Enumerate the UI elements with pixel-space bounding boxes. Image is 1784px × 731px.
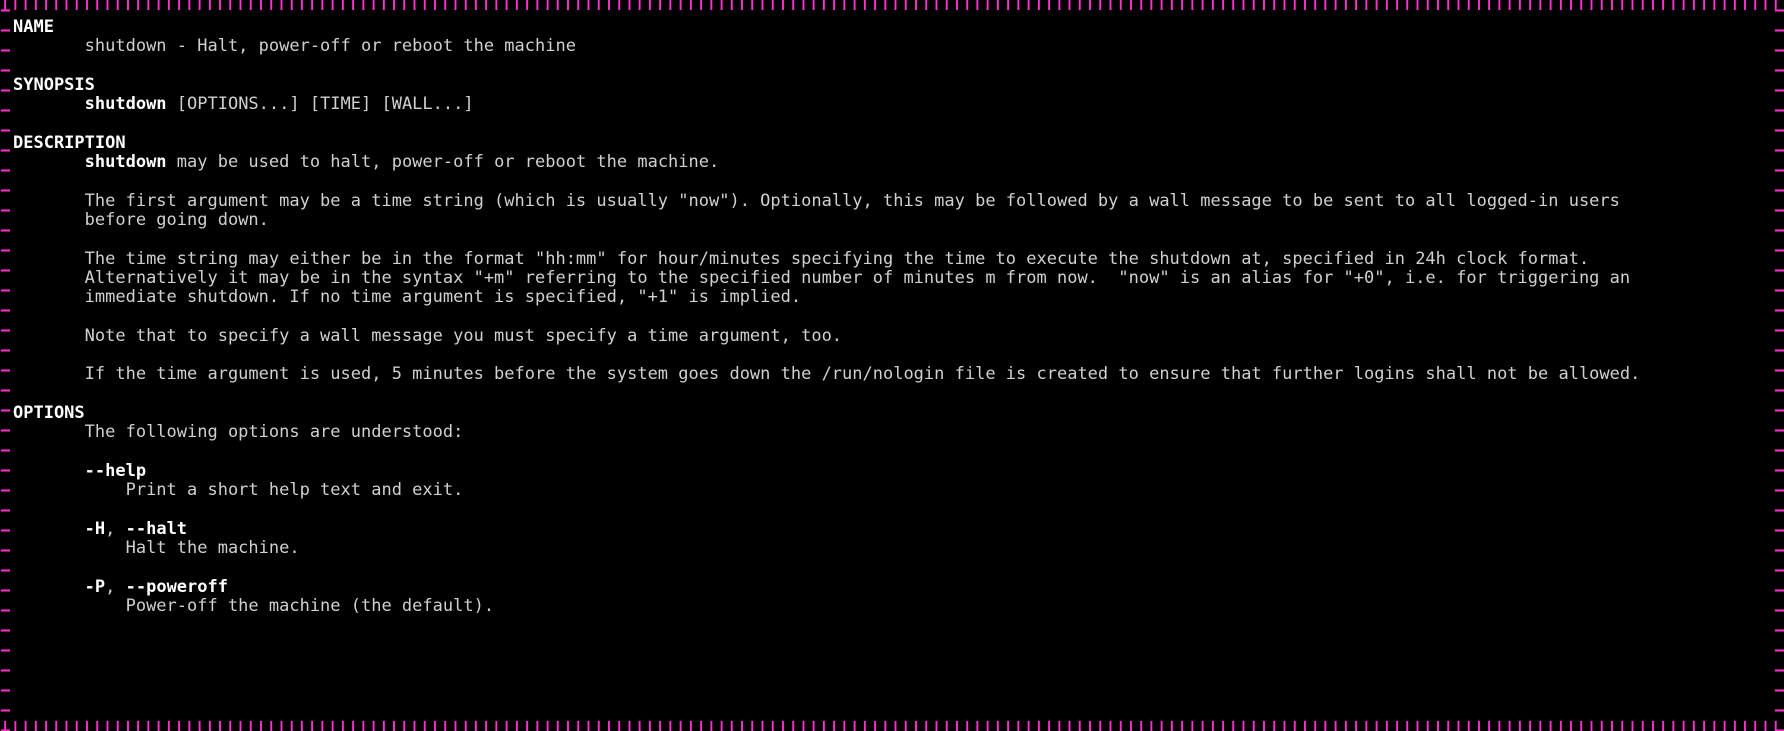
option-poweroff-short: -P <box>85 577 105 597</box>
desc-para5: If the time argument is used, 5 minutes … <box>85 364 1641 384</box>
synopsis-args: [OPTIONS...] [TIME] [WALL...] <box>167 94 474 114</box>
desc-cmd: shutdown <box>85 152 167 172</box>
indent <box>13 326 85 346</box>
desc-para3a: The time string may either be in the for… <box>85 249 1590 269</box>
border-right: ――――――――――――――――――――――――――――――――――――――――… <box>1774 0 1784 731</box>
indent <box>13 596 126 616</box>
desc-para4: Note that to specify a wall message you … <box>85 326 842 346</box>
indent <box>13 210 85 230</box>
border-bottom: ||||||||||||||||||||||||||||||||||||||||… <box>0 721 1784 731</box>
section-header-name: NAME <box>13 18 54 37</box>
indent <box>13 268 85 288</box>
indent <box>13 538 126 558</box>
option-poweroff-sep: , <box>105 577 125 597</box>
indent <box>13 36 85 56</box>
option-halt-desc: Halt the machine. <box>126 538 300 558</box>
option-halt-sep: , <box>105 519 125 539</box>
indent <box>13 249 85 269</box>
indent <box>13 94 85 114</box>
indent <box>13 422 85 442</box>
section-header-synopsis: SYNOPSIS <box>13 75 95 95</box>
indent <box>13 480 126 500</box>
option-help-desc: Print a short help text and exit. <box>126 480 464 500</box>
desc-para2a: The first argument may be a time string … <box>85 191 1620 211</box>
name-line: shutdown - Halt, power-off or reboot the… <box>85 36 576 56</box>
option-halt-short: -H <box>85 519 105 539</box>
indent <box>13 364 85 384</box>
option-poweroff-desc: Power-off the machine (the default). <box>126 596 494 616</box>
indent <box>13 152 85 172</box>
desc-para3c: immediate shutdown. If no time argument … <box>85 287 801 307</box>
indent <box>13 287 85 307</box>
indent <box>13 577 85 597</box>
indent <box>13 191 85 211</box>
manpage-content[interactable]: NAME shutdown - Halt, power-off or reboo… <box>13 18 1771 719</box>
desc-para3b: Alternatively it may be in the syntax "+… <box>85 268 1630 288</box>
option-halt-long: --halt <box>126 519 187 539</box>
synopsis-cmd: shutdown <box>85 94 167 114</box>
terminal-frame: ||||||||||||||||||||||||||||||||||||||||… <box>0 0 1784 731</box>
border-top: ||||||||||||||||||||||||||||||||||||||||… <box>0 0 1784 10</box>
section-header-options: OPTIONS <box>13 403 85 423</box>
indent <box>13 461 85 481</box>
option-poweroff-long: --poweroff <box>126 577 228 597</box>
option-help-flag: --help <box>85 461 146 481</box>
indent <box>13 519 85 539</box>
options-intro: The following options are understood: <box>85 422 464 442</box>
border-left: ――――――――――――――――――――――――――――――――――――――――… <box>0 0 10 731</box>
desc-para2b: before going down. <box>85 210 269 230</box>
section-header-description: DESCRIPTION <box>13 133 126 153</box>
desc-line1: may be used to halt, power-off or reboot… <box>167 152 720 172</box>
